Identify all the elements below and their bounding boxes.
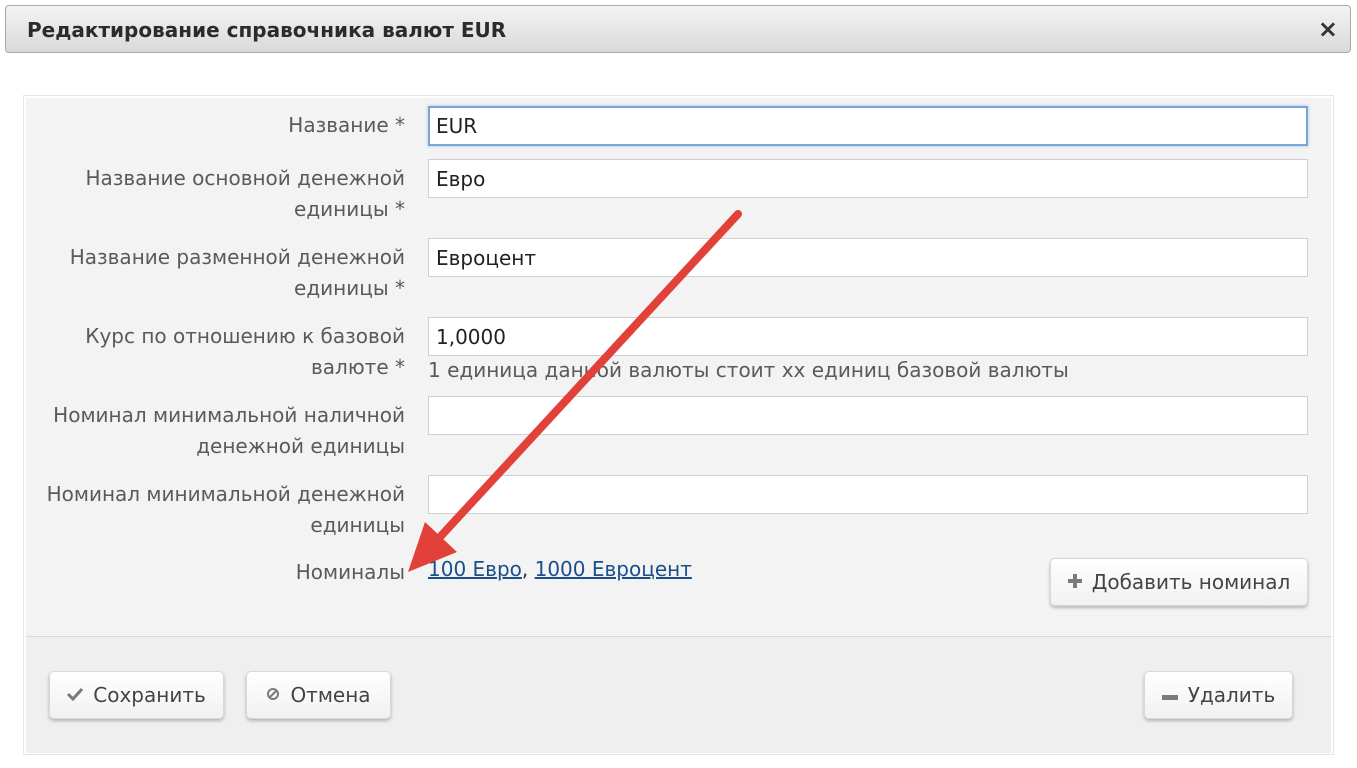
main-unit-label: Название основной денежной единицы * (85, 166, 405, 221)
save-label: Сохранить (93, 683, 206, 707)
cancel-circle-icon (266, 686, 280, 705)
min-cash-unit-label: Номинал минимальной наличной денежной ед… (53, 403, 405, 458)
min-unit-input[interactable] (428, 475, 1308, 514)
save-button[interactable]: Сохранить (49, 671, 224, 719)
form-area: Название * Название основной денежной ед… (26, 98, 1331, 636)
rate-hint: 1 единица данной валюты стоит xx единиц … (428, 358, 1069, 382)
rate-label: Курс по отношению к базовой валюте * (85, 324, 405, 379)
denomination-separator: , (521, 557, 529, 581)
check-icon (67, 686, 84, 705)
denominations-label: Номиналы (295, 560, 405, 584)
cancel-label: Отмена (290, 683, 371, 707)
currency-edit-dialog: Редактирование справочника валют EUR × Н… (0, 0, 1357, 768)
minus-icon (1161, 686, 1178, 705)
fraction-unit-input[interactable] (428, 238, 1308, 277)
cancel-button[interactable]: Отмена (246, 671, 391, 719)
delete-label: Удалить (1187, 683, 1276, 707)
denomination-link-eurocent[interactable]: 1000 Евроцент (535, 557, 692, 581)
add-denomination-label: Добавить номинал (1091, 570, 1291, 594)
add-denomination-button[interactable]: Добавить номинал (1050, 558, 1308, 606)
denomination-link-euro[interactable]: 100 Евро (428, 557, 522, 581)
rate-input[interactable] (428, 317, 1308, 356)
min-cash-unit-input[interactable] (428, 396, 1308, 435)
min-unit-label: Номинал минимальной денежной единицы (46, 482, 405, 537)
name-label: Название * (288, 113, 405, 137)
form-panel: Название * Название основной денежной ед… (23, 95, 1334, 755)
name-input[interactable] (428, 106, 1308, 146)
dialog-title: Редактирование справочника валют EUR (27, 18, 507, 42)
main-unit-input[interactable] (428, 159, 1308, 198)
dialog-titlebar: Редактирование справочника валют EUR × (5, 5, 1351, 53)
close-icon[interactable]: × (1318, 15, 1338, 43)
delete-button[interactable]: Удалить (1144, 671, 1293, 719)
dialog-footer: Сохранить Отмена Удалить (26, 636, 1331, 753)
fraction-unit-label: Название разменной денежной единицы * (69, 245, 405, 300)
denominations-list: 100 Евро, 1000 Евроцент (428, 557, 692, 581)
plus-icon (1067, 573, 1082, 592)
